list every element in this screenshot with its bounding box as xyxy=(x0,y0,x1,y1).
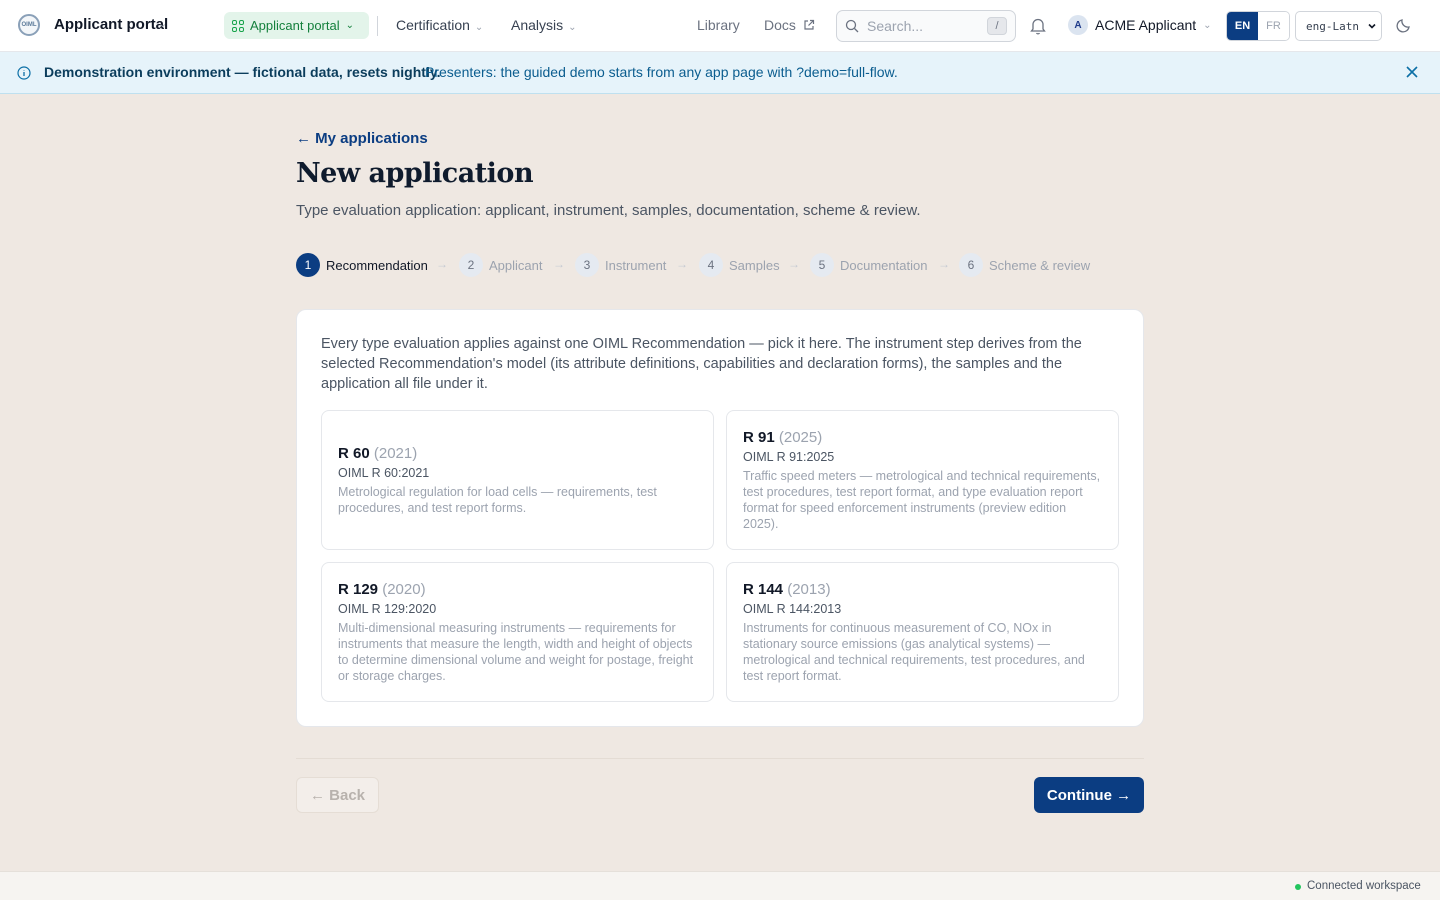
step-label: Recommendation xyxy=(326,257,428,273)
step-label: Instrument xyxy=(605,257,667,273)
nav-library[interactable]: Library xyxy=(697,17,740,33)
recommendation-card: Every type evaluation applies against on… xyxy=(296,309,1144,727)
step-number: 4 xyxy=(699,253,723,277)
back-to-applications-link[interactable]: ← My applications xyxy=(296,130,428,147)
top-navigation: OIML Applicant portal ⌄ Applicant portal… xyxy=(0,0,1440,52)
recommendation-heading: R 129 (2020) xyxy=(338,581,697,598)
chevron-down-icon: ⌄ xyxy=(474,22,484,33)
arrow-right-icon: → xyxy=(676,257,688,271)
lang-en-button[interactable]: EN xyxy=(1227,12,1258,40)
recommendation-option-r144[interactable]: R 144 (2013) OIML R 144:2013 Instruments… xyxy=(726,562,1119,702)
avatar: A xyxy=(1068,15,1088,35)
oiml-logo[interactable]: OIML xyxy=(18,14,40,36)
recommendation-year: (2021) xyxy=(373,444,418,462)
recommendation-code: R 91 xyxy=(743,428,775,446)
step-label: Documentation xyxy=(840,257,928,273)
status-dot-icon xyxy=(1295,884,1301,890)
grid-icon xyxy=(232,19,244,32)
script-select-value: eng-Latn xyxy=(1306,19,1359,33)
recommendation-code: R 129 xyxy=(338,580,379,598)
connection-status: Connected workspace xyxy=(1307,880,1421,892)
search-input[interactable]: Search... / xyxy=(836,10,1016,42)
page-subtitle: Type evaluation application: applicant, … xyxy=(296,202,921,219)
step-recommendation[interactable]: 1 Recommendation xyxy=(296,253,428,277)
recommendation-description: Instruments for continuous measurement o… xyxy=(743,620,1085,683)
arrow-right-icon: → xyxy=(788,257,800,271)
recommendation-heading: R 60 (2021) xyxy=(338,445,697,462)
page-title: New application xyxy=(296,158,534,189)
step-documentation[interactable]: 5 Documentation xyxy=(810,253,927,277)
recommendation-description: Multi-dimensional measuring instruments … xyxy=(338,620,694,683)
nav-certification-label: Certification xyxy=(396,17,470,33)
step-number: 5 xyxy=(810,253,834,277)
nav-analysis-label: Analysis xyxy=(511,17,564,33)
status-bar: Connected workspace xyxy=(0,871,1440,900)
nav-docs[interactable]: Docs xyxy=(764,17,815,33)
chevron-down-icon: ⌄ xyxy=(345,20,355,31)
nav-docs-label: Docs xyxy=(764,17,796,33)
recommendation-code: R 60 xyxy=(338,444,370,462)
arrow-right-icon: → xyxy=(938,257,950,271)
nav-analysis[interactable]: Analysis ⌄ xyxy=(511,17,577,33)
app-title[interactable]: Applicant portal xyxy=(54,16,168,33)
footer-divider xyxy=(296,758,1144,759)
continue-button[interactable]: Continue → xyxy=(1034,777,1144,813)
recommendation-heading: R 144 (2013) xyxy=(743,581,1102,598)
demo-banner: Demonstration environment — fictional da… xyxy=(0,52,1440,94)
step-label: Scheme & review xyxy=(989,257,1091,273)
banner-message: Presenters: the guided demo starts from … xyxy=(425,64,898,80)
script-select[interactable]: eng-Latn xyxy=(1295,11,1382,41)
back-button[interactable]: ← Back xyxy=(296,777,379,813)
chevron-down-icon[interactable]: ⌄ xyxy=(158,17,167,30)
step-instrument[interactable]: 3 Instrument xyxy=(575,253,666,277)
moon-icon[interactable] xyxy=(1396,17,1412,33)
recommendation-ref: OIML R 144:2013 xyxy=(743,601,842,616)
arrow-right-icon: → xyxy=(553,257,565,271)
bell-icon[interactable] xyxy=(1030,17,1046,35)
step-applicant[interactable]: 2 Applicant xyxy=(459,253,542,277)
chevron-down-icon xyxy=(1368,23,1376,29)
recommendation-year: (2025) xyxy=(778,428,823,446)
step-number: 2 xyxy=(459,253,483,277)
external-link-icon xyxy=(804,19,814,30)
recommendation-option-r129[interactable]: R 129 (2020) OIML R 129:2020 Multi-dimen… xyxy=(321,562,714,702)
search-icon xyxy=(845,19,859,33)
recommendation-year: (2020) xyxy=(382,580,426,598)
recommendation-ref: OIML R 60:2021 xyxy=(338,465,430,480)
language-toggle: EN FR xyxy=(1226,11,1290,41)
chevron-down-icon: ⌄ xyxy=(568,22,577,33)
portal-switcher[interactable]: Applicant portal ⌄ xyxy=(224,12,369,39)
recommendation-description: Metrological regulation for load cells —… xyxy=(338,484,657,515)
info-icon xyxy=(17,66,31,80)
arrow-right-icon: → xyxy=(436,257,448,271)
recommendation-year: (2013) xyxy=(787,580,831,598)
recommendation-description: Traffic speed meters — metrological and … xyxy=(743,468,1101,531)
user-name: ACME Applicant xyxy=(1095,17,1197,33)
banner-title: Demonstration environment — fictional da… xyxy=(44,64,441,80)
close-icon[interactable] xyxy=(1405,65,1419,79)
step-label: Applicant xyxy=(489,257,543,273)
step-samples[interactable]: 4 Samples xyxy=(699,253,780,277)
recommendation-ref: OIML R 91:2025 xyxy=(743,449,835,464)
search-placeholder: Search... xyxy=(867,18,924,34)
nav-divider xyxy=(377,16,378,36)
recommendation-ref: OIML R 129:2020 xyxy=(338,601,437,616)
recommendation-intro: Every type evaluation applies against on… xyxy=(321,336,1082,392)
step-number: 6 xyxy=(959,253,983,277)
recommendation-heading: R 91 (2025) xyxy=(743,429,1102,446)
portal-switcher-label: Applicant portal xyxy=(250,18,340,33)
step-number: 3 xyxy=(575,253,599,277)
step-number: 1 xyxy=(296,253,320,277)
user-menu[interactable]: A ACME Applicant ⌄ xyxy=(1068,15,1212,35)
nav-certification[interactable]: Certification ⌄ xyxy=(396,17,483,33)
recommendation-code: R 144 xyxy=(743,580,784,598)
step-label: Samples xyxy=(729,257,780,273)
recommendation-option-r91[interactable]: R 91 (2025) OIML R 91:2025 Traffic speed… xyxy=(726,410,1119,550)
step-scheme-review[interactable]: 6 Scheme & review xyxy=(959,253,1090,277)
recommendation-option-r60[interactable]: R 60 (2021) OIML R 60:2021 Metrological … xyxy=(321,410,714,550)
search-shortcut: / xyxy=(987,17,1007,35)
chevron-down-icon: ⌄ xyxy=(1203,19,1212,31)
lang-fr-button[interactable]: FR xyxy=(1258,12,1289,40)
